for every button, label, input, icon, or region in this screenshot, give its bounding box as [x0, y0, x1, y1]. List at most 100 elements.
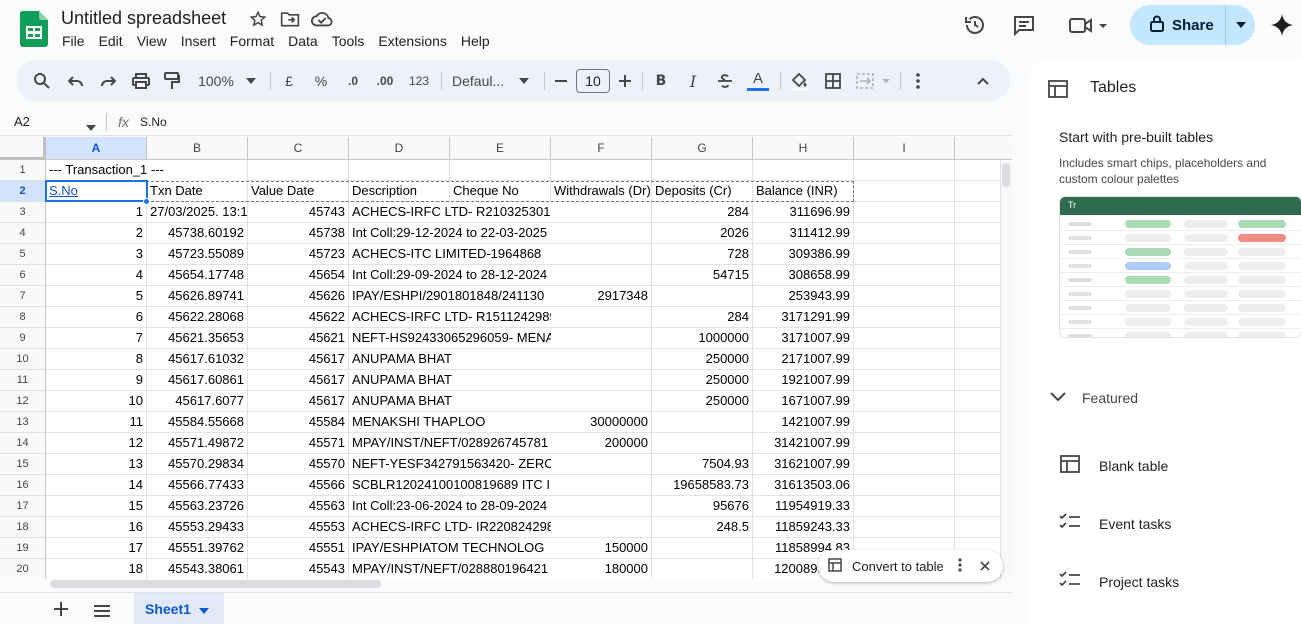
- data-cell[interactable]: 11: [46, 412, 147, 433]
- empty-cell[interactable]: [854, 433, 955, 454]
- description-cell[interactable]: ANUPAMA BHAT: [349, 349, 551, 370]
- header-cell[interactable]: Txn Date: [147, 181, 248, 202]
- italic-button[interactable]: I: [682, 68, 704, 94]
- data-cell[interactable]: 45621.35653: [147, 328, 248, 349]
- table-template-preview[interactable]: Tr: [1059, 196, 1301, 338]
- data-cell[interactable]: 45570: [248, 454, 349, 475]
- data-cell[interactable]: 7: [46, 328, 147, 349]
- description-cell[interactable]: IPAY/ESHPIATOM TECHNOLOG: [349, 538, 551, 559]
- empty-cell[interactable]: [753, 160, 854, 181]
- empty-cell[interactable]: [854, 454, 955, 475]
- row-header[interactable]: 16: [0, 475, 46, 496]
- row-header[interactable]: 3: [0, 202, 46, 223]
- font-family-select[interactable]: Defaul...: [452, 68, 512, 94]
- empty-cell[interactable]: [854, 202, 955, 223]
- more-options-icon[interactable]: [906, 68, 930, 94]
- bold-button[interactable]: B: [650, 68, 672, 94]
- data-cell[interactable]: 45584.55668: [147, 412, 248, 433]
- header-cell[interactable]: S.No: [46, 181, 147, 202]
- description-cell[interactable]: MENAKSHI THAPLOO: [349, 412, 551, 433]
- empty-cell[interactable]: [854, 349, 955, 370]
- description-cell[interactable]: SCBLR12024100100819689 ITC INFOTECH INDI…: [349, 475, 551, 496]
- data-cell[interactable]: 45617: [248, 349, 349, 370]
- increase-font-size-icon[interactable]: [616, 68, 634, 94]
- description-cell[interactable]: ANUPAMA BHAT: [349, 370, 551, 391]
- data-cell[interactable]: 16: [46, 517, 147, 538]
- document-title[interactable]: Untitled spreadsheet: [61, 8, 226, 29]
- data-cell[interactable]: 11859243.33: [753, 517, 854, 538]
- data-cell[interactable]: 5: [46, 286, 147, 307]
- data-cell[interactable]: 45563.23726: [147, 496, 248, 517]
- data-cell[interactable]: 45621: [248, 328, 349, 349]
- data-cell[interactable]: 45738.60192: [147, 223, 248, 244]
- meet-icon[interactable]: [1066, 11, 1110, 39]
- header-cell[interactable]: Value Date: [248, 181, 349, 202]
- data-cell[interactable]: 311412.99: [753, 223, 854, 244]
- empty-cell[interactable]: [652, 559, 753, 579]
- data-cell[interactable]: 45622.28068: [147, 307, 248, 328]
- empty-cell[interactable]: [854, 328, 955, 349]
- description-cell[interactable]: Int Coll:23-06-2024 to 28-09-2024: [349, 496, 551, 517]
- row-header[interactable]: 2: [0, 181, 46, 202]
- column-header[interactable]: F: [551, 137, 652, 160]
- description-cell[interactable]: NEFT-HS92433065296059- MENAKSHI: [349, 328, 551, 349]
- data-cell[interactable]: 3171291.99: [753, 307, 854, 328]
- empty-cell[interactable]: [652, 538, 753, 559]
- data-cell[interactable]: 200000: [551, 433, 652, 454]
- select-all-corner[interactable]: [0, 137, 46, 160]
- data-cell[interactable]: 3: [46, 244, 147, 265]
- empty-cell[interactable]: [551, 475, 652, 496]
- menu-format[interactable]: Format: [223, 32, 281, 50]
- data-cell[interactable]: 6: [46, 307, 147, 328]
- percent-format-button[interactable]: %: [310, 68, 332, 94]
- column-header-blank[interactable]: [955, 137, 1012, 160]
- move-folder-icon[interactable]: [279, 9, 301, 29]
- data-cell[interactable]: 3171007.99: [753, 328, 854, 349]
- data-cell[interactable]: 45571.49872: [147, 433, 248, 454]
- empty-cell[interactable]: [652, 286, 753, 307]
- data-cell[interactable]: 45617.60861: [147, 370, 248, 391]
- menu-view[interactable]: View: [130, 32, 174, 50]
- description-cell[interactable]: ACHECS-IRFC LTD- IR220824298709: [349, 517, 551, 538]
- empty-cell[interactable]: [551, 370, 652, 391]
- data-cell[interactable]: 45563: [248, 496, 349, 517]
- decrease-decimal-button[interactable]: .0: [341, 68, 365, 94]
- data-cell[interactable]: 45553.29433: [147, 517, 248, 538]
- featured-chevron-icon[interactable]: [1049, 390, 1067, 408]
- sheet-tab-sheet1[interactable]: Sheet1: [134, 593, 224, 624]
- paint-format-icon[interactable]: [160, 68, 184, 94]
- data-cell[interactable]: 2026: [652, 223, 753, 244]
- data-cell[interactable]: 250000: [652, 349, 753, 370]
- data-cell[interactable]: 45566.77433: [147, 475, 248, 496]
- row-header[interactable]: 5: [0, 244, 46, 265]
- description-cell[interactable]: ACHECS-ITC LIMITED-1964868: [349, 244, 551, 265]
- row-header[interactable]: 8: [0, 307, 46, 328]
- redo-icon[interactable]: [96, 68, 120, 94]
- data-cell[interactable]: 1000000: [652, 328, 753, 349]
- data-cell[interactable]: 308658.99: [753, 265, 854, 286]
- data-cell[interactable]: 1421007.99: [753, 412, 854, 433]
- column-header[interactable]: A: [46, 137, 147, 160]
- close-icon[interactable]: [980, 559, 990, 574]
- data-cell[interactable]: 17: [46, 538, 147, 559]
- data-cell[interactable]: 45617: [248, 370, 349, 391]
- empty-cell[interactable]: [551, 328, 652, 349]
- data-cell[interactable]: 250000: [652, 370, 753, 391]
- empty-cell[interactable]: [551, 202, 652, 223]
- data-cell[interactable]: 45622: [248, 307, 349, 328]
- row-header[interactable]: 7: [0, 286, 46, 307]
- data-cell[interactable]: 1671007.99: [753, 391, 854, 412]
- column-header[interactable]: B: [147, 137, 248, 160]
- data-cell[interactable]: 27/03/2025. 13:17: [147, 202, 248, 223]
- empty-cell[interactable]: [854, 244, 955, 265]
- row-header[interactable]: 6: [0, 265, 46, 286]
- description-cell[interactable]: MPAY/INST/NEFT/028926745781: [349, 433, 551, 454]
- collapse-toolbar-icon[interactable]: [971, 68, 995, 94]
- data-cell[interactable]: 45743: [248, 202, 349, 223]
- menu-extensions[interactable]: Extensions: [371, 32, 453, 50]
- data-cell[interactable]: 45723.55089: [147, 244, 248, 265]
- description-cell[interactable]: NEFT-YESF342791563420- ZERODHA: [349, 454, 551, 475]
- header-cell[interactable]: Description: [349, 181, 450, 202]
- data-cell[interactable]: 31421007.99: [753, 433, 854, 454]
- data-cell[interactable]: 18: [46, 559, 147, 579]
